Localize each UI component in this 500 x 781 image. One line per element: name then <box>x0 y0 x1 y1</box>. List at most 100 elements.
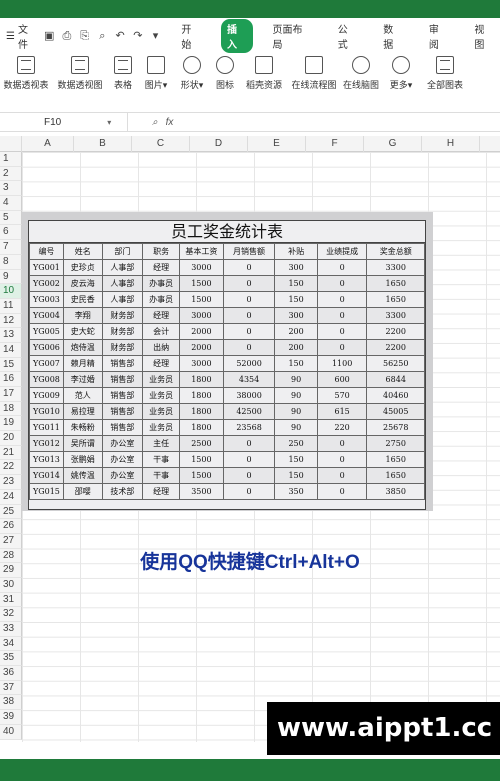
fx-icon[interactable]: fx <box>166 117 174 128</box>
row-header[interactable]: 5 <box>0 210 22 226</box>
row-header[interactable]: 40 <box>0 724 22 740</box>
table-cell: 史民香 <box>62 291 103 308</box>
table-cell: 1800 <box>178 419 224 436</box>
column-header[interactable]: B <box>74 136 132 152</box>
table-cell: 史珍贞 <box>62 259 103 276</box>
column-header[interactable]: F <box>306 136 364 152</box>
select-all-corner[interactable] <box>0 136 22 152</box>
table-cell: 3850 <box>366 483 425 500</box>
online-flowchart-button[interactable]: 在线流程图 <box>288 52 340 91</box>
row-header[interactable]: 32 <box>0 607 22 622</box>
table-cell: 销售部 <box>101 419 144 436</box>
row-header[interactable]: 2 <box>0 166 22 182</box>
online-mindmap-label: 在线脑图 <box>342 80 379 90</box>
chevron-down-icon[interactable]: ▾ <box>150 30 162 42</box>
preview-icon[interactable]: ⌕ <box>96 30 108 42</box>
column-header[interactable]: H <box>422 136 480 152</box>
table-cell: 业务员 <box>142 387 180 404</box>
table-cell: 3000 <box>178 355 224 372</box>
row-header[interactable]: 35 <box>0 651 22 667</box>
tab-review[interactable]: 审阅 <box>423 19 455 53</box>
row-header[interactable]: 17 <box>0 387 22 402</box>
redo-icon[interactable]: ↷ <box>132 30 144 42</box>
row-header[interactable]: 11 <box>0 298 22 314</box>
export-icon[interactable]: ⎙ <box>61 30 73 42</box>
shape-icon <box>183 56 201 74</box>
all-charts-button[interactable]: 全部图表 <box>420 52 470 91</box>
row-header[interactable]: 14 <box>0 342 22 358</box>
table-cell: 200 <box>274 323 318 340</box>
row-header[interactable]: 22 <box>0 460 22 476</box>
row-header[interactable]: 39 <box>0 710 22 725</box>
tab-data[interactable]: 数据 <box>377 19 409 53</box>
column-header[interactable]: D <box>190 136 248 152</box>
row-header[interactable]: 7 <box>0 240 22 255</box>
row-header[interactable]: 3 <box>0 181 22 197</box>
row-header[interactable]: 15 <box>0 357 22 373</box>
zoom-icon[interactable]: ⌕ <box>152 117 158 128</box>
row-header[interactable]: 13 <box>0 328 22 343</box>
column-header[interactable]: E <box>248 136 306 152</box>
row-header[interactable]: 4 <box>0 196 22 211</box>
row-header[interactable]: 19 <box>0 416 22 432</box>
row-header[interactable]: 33 <box>0 622 22 637</box>
name-box[interactable]: F10 ▾ <box>0 113 128 131</box>
row-header[interactable]: 20 <box>0 431 22 446</box>
column-header[interactable]: G <box>364 136 422 152</box>
table-cell: 0 <box>316 307 368 324</box>
row-header[interactable]: 24 <box>0 489 22 505</box>
row-header[interactable]: 31 <box>0 592 22 608</box>
table-cell: 2000 <box>178 339 224 356</box>
table-row: YG015 邵嘤 技术部 经理 3500 0 350 0 3850 <box>29 483 425 500</box>
table-cell: 干事 <box>142 467 180 484</box>
docer-resources-button[interactable]: 稻壳资源 <box>240 52 288 91</box>
row-header[interactable]: 34 <box>0 636 22 652</box>
table-cell: 1650 <box>366 291 425 308</box>
row-header[interactable]: 30 <box>0 577 22 593</box>
table-button[interactable]: 表格 <box>108 52 138 91</box>
table-cell: 李过婚 <box>62 371 103 388</box>
column-header[interactable]: C <box>132 136 190 152</box>
table-cell: 范人 <box>62 387 103 404</box>
table-cell: 皮云海 <box>62 275 103 292</box>
table-cell: 张鹏娟 <box>62 451 103 468</box>
tab-page-layout[interactable]: 页面布局 <box>267 19 318 53</box>
row-header[interactable]: 36 <box>0 666 22 681</box>
tab-home[interactable]: 开始 <box>175 19 207 53</box>
row-header[interactable]: 26 <box>0 519 22 534</box>
column-header[interactable]: A <box>22 136 74 152</box>
row-header[interactable]: 38 <box>0 695 22 711</box>
print-icon[interactable]: ⎘ <box>79 30 91 42</box>
row-header[interactable]: 10 <box>0 284 22 299</box>
tab-formulas[interactable]: 公式 <box>332 19 364 53</box>
more-button[interactable]: 更多▾ <box>382 52 420 91</box>
table-cell: 4354 <box>222 371 276 388</box>
shape-button[interactable]: 形状▾ <box>174 52 210 91</box>
row-header[interactable]: 8 <box>0 254 22 270</box>
chevron-down-icon[interactable]: ▾ <box>107 118 111 127</box>
row-header[interactable]: 12 <box>0 313 22 329</box>
row-header[interactable]: 9 <box>0 269 22 285</box>
row-header[interactable]: 6 <box>0 225 22 241</box>
tab-view[interactable]: 视图 <box>468 19 500 53</box>
file-menu[interactable]: ☰ 文件 <box>6 21 37 51</box>
table-cell: 姚传温 <box>62 467 103 484</box>
icon-button[interactable]: 图标 <box>210 52 240 91</box>
row-header[interactable]: 16 <box>0 372 22 387</box>
online-mindmap-button[interactable]: 在线脑图 <box>340 52 382 91</box>
save-icon[interactable]: ▣ <box>43 30 55 42</box>
undo-icon[interactable]: ↶ <box>114 30 126 42</box>
pivot-table-button[interactable]: 数据透视表 <box>0 52 52 91</box>
table-cell: 42500 <box>222 403 276 420</box>
picture-button[interactable]: 图片▾ <box>138 52 174 91</box>
tab-insert[interactable]: 插入 <box>220 19 253 53</box>
row-header[interactable]: 1 <box>0 152 22 167</box>
row-headers: 1 2 3 4 5 6 7 8 9 10 11 12 13 14 15 16 17 18 19 20 21 22 23 24 2… <box>0 152 22 740</box>
table-cell: 150 <box>274 291 318 308</box>
row-header[interactable]: 37 <box>0 680 22 696</box>
row-header[interactable]: 23 <box>0 475 22 490</box>
row-header[interactable]: 18 <box>0 401 22 417</box>
row-header[interactable]: 25 <box>0 504 22 520</box>
row-header[interactable]: 21 <box>0 445 22 461</box>
pivot-chart-button[interactable]: 数据透视图 <box>52 52 108 91</box>
